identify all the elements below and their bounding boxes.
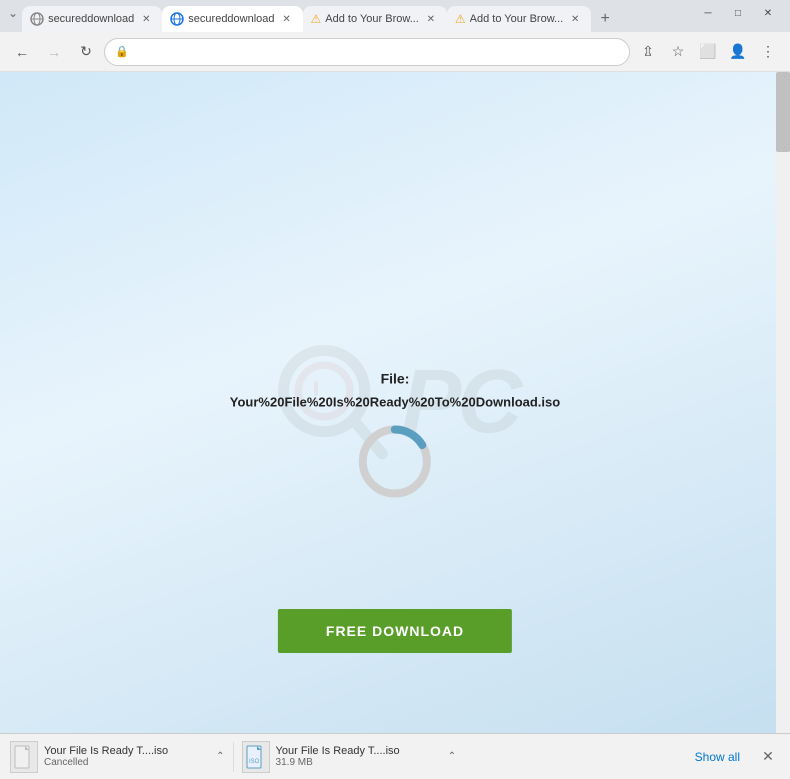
toolbar: ← → ↻ 🔒 ⇫ ☆ ⬜ 👤 ⋮ [0, 32, 790, 72]
star-icon: ☆ [672, 43, 685, 60]
minimize-button[interactable]: ─ [694, 4, 722, 22]
browser-window: ⌄ secureddownload ✕ [0, 0, 790, 779]
close-icon: ✕ [764, 8, 772, 19]
minimize-icon: ─ [704, 8, 711, 19]
tab-2[interactable]: secureddownload ✕ [162, 6, 302, 32]
tab3-title: Add to Your Brow... [325, 13, 419, 25]
title-bar: ⌄ secureddownload ✕ [0, 0, 790, 32]
download1-filename: Your File Is Ready T....iso [44, 745, 194, 757]
tab4-close-icon[interactable]: ✕ [567, 11, 583, 27]
back-button[interactable]: ← [8, 38, 36, 66]
address-bar[interactable]: 🔒 [104, 38, 630, 66]
tab2-favicon-icon [170, 12, 184, 26]
tab3-close-icon[interactable]: ✕ [423, 11, 439, 27]
file-label: File: [381, 370, 410, 386]
menu-button[interactable]: ⋮ [754, 38, 782, 66]
tabs-area: secureddownload ✕ secureddownload ✕ ⚠ [22, 0, 694, 32]
maximize-button[interactable]: □ [724, 4, 752, 22]
tab-3[interactable]: ⚠ Add to Your Brow... ✕ [303, 6, 447, 32]
tab2-title: secureddownload [188, 13, 274, 25]
download-button-area: FREE DOWNLOAD [278, 609, 512, 653]
tab2-close-icon[interactable]: ✕ [279, 11, 295, 27]
profile-button[interactable]: 👤 [724, 38, 752, 66]
back-icon: ← [15, 44, 29, 60]
download1-status: Cancelled [44, 757, 210, 768]
page-content: ! PC File: Your%20File%20Is%20Ready%20To… [0, 72, 790, 733]
download1-file-icon [10, 741, 38, 773]
download-item-1: Your File Is Ready T....iso Cancelled ⌃ [10, 741, 225, 773]
download2-status: 31.9 MB [276, 757, 442, 768]
download-item-2: ISO Your File Is Ready T....iso 31.9 MB … [242, 741, 457, 773]
forward-icon: → [47, 44, 61, 60]
circular-progress [355, 421, 435, 501]
scrollbar[interactable] [776, 72, 790, 733]
toolbar-icons: ⇫ ☆ ⬜ 👤 ⋮ [634, 38, 782, 66]
download2-chevron-icon[interactable]: ⌃ [448, 751, 456, 762]
download-bar: Your File Is Ready T....iso Cancelled ⌃ … [0, 733, 790, 779]
tab-scroll-chevron[interactable]: ⌄ [4, 6, 22, 26]
profile-icon: 👤 [729, 43, 746, 60]
new-tab-button[interactable]: + [591, 6, 619, 32]
share-button[interactable]: ⇫ [634, 38, 662, 66]
tab1-title: secureddownload [48, 13, 134, 25]
close-button[interactable]: ✕ [754, 4, 782, 22]
download2-file-icon: ISO [242, 741, 270, 773]
scrollbar-thumb[interactable] [776, 72, 790, 152]
file-name: Your%20File%20Is%20Ready%20To%20Download… [230, 394, 560, 409]
lock-icon: 🔒 [115, 45, 129, 58]
refresh-button[interactable]: ↻ [72, 38, 100, 66]
refresh-icon: ↻ [80, 43, 92, 60]
svg-text:ISO: ISO [249, 759, 260, 765]
tab1-favicon-icon [30, 12, 44, 26]
bookmark-button[interactable]: ☆ [664, 38, 692, 66]
file-info-area: File: Your%20File%20Is%20Ready%20To%20Do… [230, 370, 560, 501]
new-tab-icon: + [601, 10, 610, 28]
forward-button[interactable]: → [40, 38, 68, 66]
download-bar-close-button[interactable]: ✕ [756, 745, 780, 769]
maximize-icon: □ [735, 8, 741, 19]
free-download-button[interactable]: FREE DOWNLOAD [278, 609, 512, 653]
download2-info: Your File Is Ready T....iso 31.9 MB [276, 745, 442, 768]
window-controls: ─ □ ✕ [694, 0, 786, 32]
download1-info: Your File Is Ready T....iso Cancelled [44, 745, 210, 768]
tab-1[interactable]: secureddownload ✕ [22, 6, 162, 32]
menu-icon: ⋮ [761, 43, 775, 60]
tab1-close-icon[interactable]: ✕ [138, 11, 154, 27]
show-all-button[interactable]: Show all [687, 746, 748, 768]
tab-group-button[interactable]: ⬜ [694, 38, 722, 66]
tab-4[interactable]: ⚠ Add to Your Brow... ✕ [447, 6, 591, 32]
tab4-title: Add to Your Brow... [470, 13, 564, 25]
download-item-divider [233, 742, 234, 772]
tab4-warning-icon: ⚠ [455, 12, 466, 26]
tab-group-icon: ⬜ [699, 43, 716, 60]
download2-filename: Your File Is Ready T....iso [276, 745, 426, 757]
share-icon: ⇫ [642, 43, 654, 60]
download1-chevron-icon[interactable]: ⌃ [216, 751, 224, 762]
tab3-warning-icon: ⚠ [311, 12, 322, 26]
download-bar-close-icon: ✕ [762, 748, 774, 765]
